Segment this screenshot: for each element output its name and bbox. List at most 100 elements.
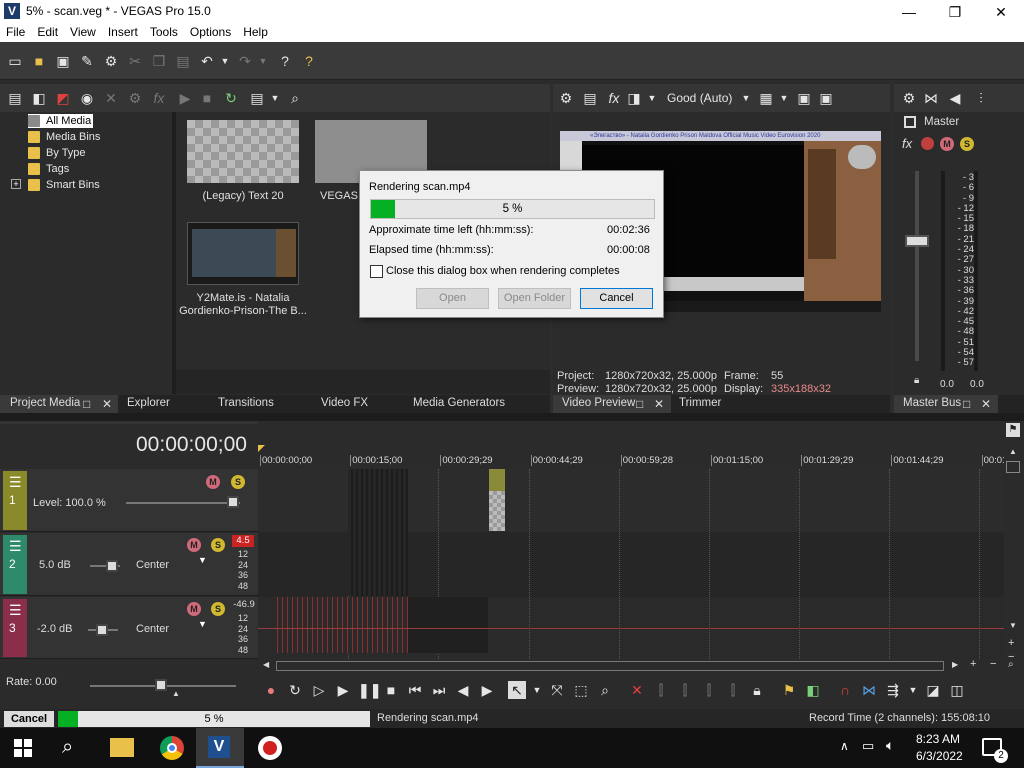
open-folder-icon[interactable]: ■ — [30, 52, 48, 70]
insert-region-icon[interactable]: ◧ — [804, 681, 822, 699]
volume-icon[interactable]: 🔈︎ — [886, 737, 894, 754]
track-menu-icon[interactable]: ☰ — [9, 474, 22, 491]
zoom-in-v-icon[interactable]: + — [1008, 637, 1014, 649]
status-cancel-button[interactable]: Cancel — [4, 711, 54, 727]
minimize-button[interactable]: — — [886, 0, 932, 24]
scroll-up-icon[interactable]: ▲ — [1009, 447, 1017, 456]
scroll-down-icon[interactable]: ▼ — [1009, 621, 1017, 630]
tree-item-smart-bins[interactable]: Smart Bins — [28, 178, 100, 192]
tab-transitions[interactable]: Transitions — [218, 397, 274, 409]
tab-master-bus[interactable]: Master Bus — [903, 397, 961, 409]
save-snapshot-icon[interactable]: ▣ — [817, 89, 835, 107]
redo-icon[interactable]: ↷ — [236, 52, 254, 70]
tab-video-fx[interactable]: Video FX — [321, 397, 368, 409]
close-button[interactable]: ✕ — [978, 0, 1024, 24]
zoom-out-h-icon[interactable]: − — [990, 658, 996, 670]
open-folder-button[interactable]: Open Folder — [498, 288, 571, 309]
prev-frame-icon[interactable]: ◀ — [454, 681, 472, 699]
video-thumbnail[interactable] — [187, 222, 299, 285]
loop-marker-icon[interactable] — [258, 445, 265, 452]
capture-icon[interactable]: ◧ — [30, 89, 48, 107]
horizontal-scrollbar[interactable]: ◀ ▶ + − ⌕ — [258, 658, 1024, 673]
marker-icon[interactable]: ⚑ — [1006, 423, 1020, 437]
master-fader-handle[interactable] — [905, 235, 929, 247]
clock-time[interactable]: 8:23 AM — [916, 732, 960, 746]
file-explorer-icon[interactable] — [110, 738, 134, 757]
menu-file[interactable]: File — [0, 24, 31, 39]
play-icon[interactable]: ▶ — [334, 681, 352, 699]
chrome-icon[interactable] — [160, 736, 184, 760]
redo-dropdown-icon[interactable]: ▼ — [254, 52, 272, 70]
delete-icon[interactable]: ✕ — [628, 681, 646, 699]
timecode-display[interactable]: 00:00:00;00 — [136, 433, 247, 457]
master-checkbox[interactable] — [904, 116, 916, 128]
search-media-icon[interactable]: ⌕ — [286, 89, 304, 107]
close-on-complete-checkbox[interactable] — [370, 265, 383, 278]
tab-explorer[interactable]: Explorer — [127, 397, 170, 409]
show-hidden-icons[interactable]: ∧ — [840, 739, 849, 753]
stop-icon[interactable]: ■ — [382, 681, 400, 699]
snapping-icon[interactable]: ∩ — [836, 681, 854, 699]
trim-end-icon[interactable]: ⫿ — [700, 681, 718, 699]
solo-icon[interactable]: S — [231, 475, 245, 489]
text-event-clip[interactable] — [489, 469, 505, 531]
menu-help[interactable]: Help — [237, 24, 274, 39]
track-header-3[interactable]: ☰ 3 M S -2.0 dB Center ▼ -46.9 12 24 36 … — [0, 597, 258, 659]
record-icon[interactable]: ● — [262, 681, 280, 699]
auto-preview-icon[interactable]: ↻ — [222, 89, 240, 107]
recorder-icon[interactable] — [258, 736, 282, 760]
close-tab-icon[interactable]: ✕ — [981, 397, 991, 411]
solo-icon[interactable]: S — [960, 137, 974, 151]
save-as-icon[interactable]: ✎ — [78, 52, 96, 70]
vertical-scrollbar[interactable]: ▲ ▼ + − — [1004, 441, 1024, 663]
web-media-icon[interactable]: ◉ — [78, 89, 96, 107]
preview-stop-icon[interactable]: ■ — [198, 89, 216, 107]
auto-crossfade-icon[interactable]: ⋈ — [860, 681, 878, 699]
menu-options[interactable]: Options — [184, 24, 237, 39]
media-fx-icon[interactable]: fx — [150, 89, 168, 107]
tracks-body[interactable] — [258, 469, 1004, 659]
preview-quality-select[interactable]: Good (Auto) — [667, 91, 732, 105]
zoom-edit-tool-icon[interactable]: ⌕ — [596, 681, 614, 699]
undock-icon[interactable]: □ — [83, 397, 90, 411]
tree-item-media-bins[interactable]: Media Bins — [28, 130, 100, 144]
go-to-end-icon[interactable]: ⏭︎ — [430, 681, 448, 699]
split-icon[interactable]: ⫿ — [724, 681, 742, 699]
import-media-icon[interactable]: ▤ — [6, 89, 24, 107]
mute-icon[interactable]: M — [187, 538, 201, 552]
remove-media-icon[interactable]: ✕ — [102, 89, 120, 107]
scroll-thumb[interactable] — [1006, 461, 1020, 473]
dim-output-icon[interactable]: ◀ — [946, 89, 964, 107]
save-icon[interactable]: ▣ — [54, 52, 72, 70]
views-dropdown-icon[interactable]: ▼ — [266, 89, 284, 107]
settings-gear-icon[interactable]: ⚙ — [102, 52, 120, 70]
tab-media-generators[interactable]: Media Generators — [413, 397, 505, 409]
tree-item-tags[interactable]: Tags — [28, 162, 69, 176]
volume-envelope[interactable] — [258, 628, 1004, 629]
undo-icon[interactable]: ↶ — [198, 52, 216, 70]
maximize-button[interactable]: ❐ — [932, 0, 978, 24]
undo-dropdown-icon[interactable]: ▼ — [216, 52, 234, 70]
scroll-right-icon[interactable]: ▶ — [952, 660, 958, 669]
next-frame-icon[interactable]: ▶ — [478, 681, 496, 699]
rate-slider-handle[interactable] — [155, 679, 167, 691]
menu-view[interactable]: View — [64, 24, 102, 39]
solo-icon[interactable]: S — [211, 602, 225, 616]
master-settings-icon[interactable]: ⚙ — [900, 89, 918, 107]
quality-dropdown-icon[interactable]: ▼ — [737, 89, 755, 107]
copy-snapshot-icon[interactable]: ▣ — [795, 89, 813, 107]
track-header-1[interactable]: ☰ 1 M S Level: 100.0 % — [0, 469, 258, 532]
trim-icon[interactable]: ⫿ — [652, 681, 670, 699]
undock-icon[interactable]: □ — [636, 397, 643, 411]
tab-video-preview[interactable]: Video Preview — [562, 397, 635, 409]
tree-item-by-type[interactable]: By Type — [28, 146, 86, 160]
cancel-button[interactable]: Cancel — [580, 288, 653, 309]
vegas-taskbar-button[interactable]: V — [196, 728, 244, 768]
close-tab-icon[interactable]: ✕ — [102, 397, 112, 411]
lock-event-icon[interactable]: 🔒︎ — [748, 681, 766, 699]
mixer-icon[interactable]: ⫶ — [972, 89, 990, 107]
downmix-icon[interactable]: ⋈ — [922, 89, 940, 107]
trim-start-icon[interactable]: ⫿ — [676, 681, 694, 699]
media-thumbnail[interactable] — [187, 120, 299, 183]
track-menu-icon[interactable]: ☰ — [9, 602, 22, 619]
